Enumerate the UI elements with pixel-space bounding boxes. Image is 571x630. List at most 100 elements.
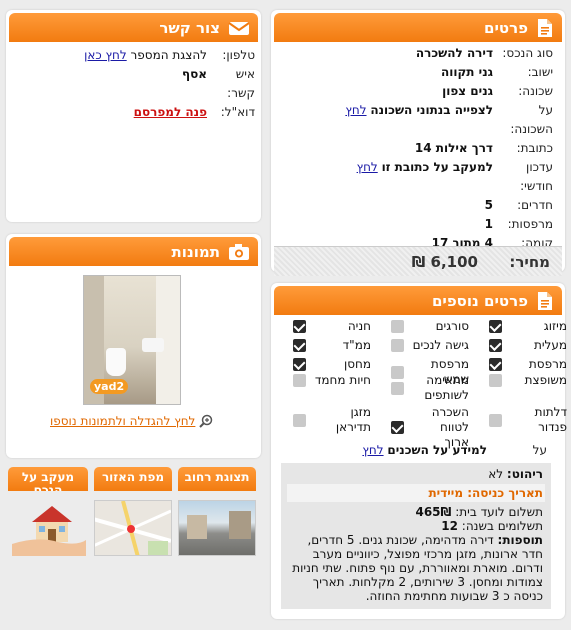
- contact-panel: צור קשר טלפון: להצגת המספר לחץ כאן איש ק…: [6, 10, 261, 222]
- feature-label: חיות מחמד: [314, 373, 371, 387]
- detail-label: שכונה:: [518, 84, 553, 98]
- house-committee-value: 465₪: [415, 505, 452, 519]
- furnish-label: ריהוט:: [506, 467, 543, 481]
- payments-line: תשלומים בשנה: 12: [289, 519, 543, 533]
- document-icon: [538, 18, 552, 37]
- detail-value: 5: [484, 198, 493, 212]
- checked-box-icon[interactable]: [391, 421, 404, 434]
- feature-label: גישה לנכים: [412, 338, 469, 352]
- street-view-image: [178, 500, 256, 556]
- email-label: דוא"ל:: [220, 105, 255, 119]
- detail-value: דרך אילות 14: [414, 141, 493, 155]
- checked-box-icon[interactable]: [489, 320, 502, 333]
- checked-box-icon[interactable]: [293, 320, 306, 333]
- furnish-value: לא: [488, 467, 504, 481]
- details-title: פרטים: [484, 18, 528, 37]
- zoom-icon: [199, 414, 213, 428]
- unchecked-box-icon[interactable]: [391, 339, 404, 352]
- feature-item: מרפסת: [481, 357, 567, 372]
- envelope-icon: [228, 21, 250, 35]
- contact-advertiser-link[interactable]: פנה למפרסם: [134, 103, 207, 122]
- furnish-line: ריהוט: לא: [289, 467, 543, 481]
- unchecked-box-icon[interactable]: [293, 374, 306, 387]
- enlarge-row: לחץ להגדלה ולתמונות נוספו: [50, 414, 213, 428]
- detail-row: סוג הנכס: דירה להשכרה: [271, 44, 565, 63]
- checked-box-icon[interactable]: [489, 358, 502, 371]
- feature-label: דלתות פנדור: [534, 405, 567, 434]
- feature-item: ממ"ד: [285, 338, 371, 353]
- show-phone-link[interactable]: לחץ כאן: [84, 46, 127, 65]
- extra-details-header: פרטים נוספים: [274, 286, 562, 315]
- feature-label: מחסן: [343, 357, 371, 371]
- detail-label: סוג הנכס:: [502, 46, 553, 60]
- photos-header: תמונות: [9, 237, 258, 266]
- enlarge-photos-link[interactable]: לחץ להגדלה ולתמונות נוספו: [50, 414, 195, 428]
- detail-row: מרפסות: 1: [271, 215, 565, 234]
- checked-box-icon[interactable]: [293, 358, 306, 371]
- photos-panel: תמונות yad2 לחץ להגדלה ולתמונות נוספו: [6, 234, 261, 458]
- unchecked-box-icon[interactable]: [489, 374, 502, 387]
- detail-row: על השכונה: לצפייה בנתוני השכונה לחץ: [271, 101, 565, 139]
- feature-item: מזגן תדיראן: [285, 405, 371, 435]
- details-header: פרטים: [274, 13, 562, 42]
- area-map-label: מפת האזור: [94, 467, 172, 491]
- checked-box-icon[interactable]: [489, 339, 502, 352]
- house-committee-label: תשלום לועד בית:: [455, 505, 543, 519]
- feature-item: חיות מחמד: [285, 373, 371, 388]
- payments-label: תשלומים בשנה:: [461, 519, 543, 533]
- additions-line: תוספות: דירה מדהימה, שכונת גנים. 5 חדרים…: [289, 533, 543, 603]
- person-label: איש קשר:: [227, 67, 255, 100]
- feature-item: חניה: [285, 319, 371, 334]
- feature-label: מרפסת: [528, 357, 567, 371]
- feature-item: סורגים: [383, 319, 469, 334]
- feature-item: מחסן: [285, 357, 371, 372]
- camera-icon: [229, 243, 249, 260]
- unchecked-box-icon[interactable]: [391, 381, 404, 395]
- entry-value: מיידית: [428, 486, 464, 500]
- feature-item: מתאימה לשותפים: [383, 373, 469, 403]
- detail-label: ישוב:: [527, 65, 553, 79]
- payments-value: 12: [441, 519, 458, 533]
- extra-info-box: ריהוט: לא תאריך כניסה: מיידית תשלום לועד…: [281, 463, 551, 609]
- price-label: מחיר:: [509, 252, 550, 271]
- detail-link[interactable]: לחץ: [357, 158, 378, 196]
- feature-item: משופצת: [481, 373, 567, 388]
- extra-details-panel: פרטים נוספים מיזוג סורגים חניה מעלית גישה לנ…: [271, 283, 567, 619]
- details-rows: סוג הנכס: דירה להשכרה ישוב: גני תקווה שכונה:…: [271, 42, 565, 272]
- feature-item: גישה לנכים: [383, 338, 469, 353]
- photos-title: תמונות: [171, 242, 220, 261]
- details-panel: פרטים סוג הנכס: דירה להשכרה ישוב: גני תקווה…: [271, 10, 565, 276]
- area-map-image: [94, 500, 172, 556]
- detail-row: עדכון חודשי: למעקב על כתובת זו לחץ: [271, 158, 565, 196]
- feature-item: מעלית: [481, 338, 567, 353]
- phone-label: טלפון:: [222, 48, 255, 62]
- detail-row: כתובת: דרך אילות 14: [271, 139, 565, 158]
- detail-row: ישוב: גני תקווה: [271, 63, 565, 82]
- detail-row: חדרים: 5: [271, 196, 565, 215]
- unchecked-box-icon[interactable]: [489, 413, 502, 427]
- unchecked-box-icon[interactable]: [293, 413, 306, 427]
- detail-row: שכונה: גנים צפון: [271, 82, 565, 101]
- house-committee-line: תשלום לועד בית: 465₪: [289, 505, 543, 519]
- person-row: איש קשר: אסף: [6, 65, 261, 103]
- person-value: אסף: [182, 67, 207, 81]
- contact-title: צור קשר: [159, 18, 220, 37]
- detail-link[interactable]: לחץ: [345, 101, 366, 139]
- detail-label: חדרים:: [517, 198, 553, 212]
- feature-label: מתאימה לשותפים: [424, 373, 469, 402]
- unchecked-box-icon[interactable]: [391, 320, 404, 333]
- entry-label: תאריך כניסה:: [467, 486, 543, 500]
- detail-value: גני תקווה: [440, 65, 493, 79]
- checked-box-icon[interactable]: [293, 339, 306, 352]
- feature-label: מזגן תדיראן: [335, 405, 371, 434]
- street-view-label: תצוגת רחוב: [178, 467, 256, 491]
- property-tracking-label: מעקב על הנכס: [8, 467, 88, 491]
- contact-header: צור קשר: [9, 13, 258, 42]
- feature-label: משופצת: [524, 373, 567, 387]
- document-icon: [538, 291, 552, 310]
- price-bar: מחיר: 6,100 ₪: [274, 246, 562, 276]
- main-photo[interactable]: yad2: [83, 275, 181, 405]
- feature-label: סורגים: [435, 319, 469, 333]
- additions-label: תוספות:: [497, 533, 543, 547]
- detail-label: על השכונה:: [510, 103, 553, 136]
